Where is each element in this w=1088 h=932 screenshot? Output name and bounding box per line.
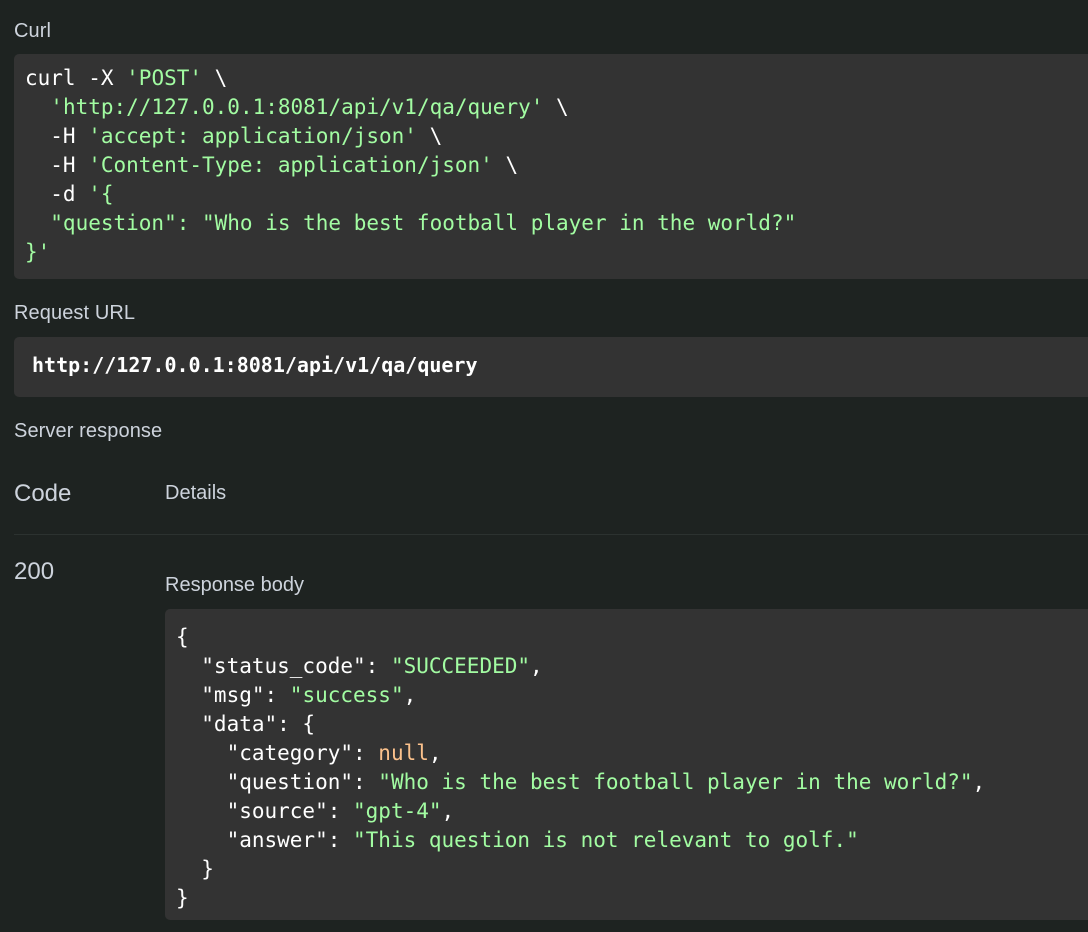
code-token-str: 'POST' (126, 66, 203, 90)
code-line: -H 'accept: application/json' \ (25, 122, 1088, 151)
code-token-plain: { (176, 625, 189, 649)
code-token-str: "question": "Who is the best football pl… (25, 211, 797, 235)
code-token-plain: , (441, 799, 455, 823)
code-line: -d '{ (25, 180, 1088, 209)
code-line: "msg": "success", (176, 681, 1088, 710)
details-column-header: Details (165, 482, 227, 504)
code-line: curl -X 'POST' \ (25, 64, 1088, 93)
code-token-plain: "source": (176, 799, 354, 823)
code-token-plain: , (403, 683, 417, 707)
code-token-str: "This question is not relevant to golf." (353, 828, 859, 852)
code-line: }' (25, 238, 1088, 267)
code-token-plain: "data": { (176, 712, 316, 736)
code-line: "status_code": "SUCCEEDED", (176, 652, 1088, 681)
code-line: "data": { (176, 710, 1088, 739)
code-token-plain: "category": (176, 741, 379, 765)
code-line: } (176, 855, 1088, 884)
code-token-plain: \ (543, 95, 569, 119)
code-token-plain: "msg": (176, 683, 290, 707)
curl-label: Curl (14, 20, 52, 42)
code-token-plain: "status_code": (176, 654, 391, 678)
code-token-plain: -H (25, 124, 89, 148)
code-line: "question": "Who is the best football pl… (176, 768, 1088, 797)
response-status-code: 200 (14, 558, 55, 585)
code-line: "source": "gpt-4", (176, 797, 1088, 826)
code-token-str: 'accept: application/json' (88, 124, 417, 148)
code-token-plain: } (176, 886, 189, 910)
server-response-label: Server response (14, 420, 163, 442)
code-line: 'http://127.0.0.1:8081/api/v1/qa/query' … (25, 93, 1088, 122)
code-token-str: '{ (88, 182, 114, 206)
request-url-label: Request URL (14, 302, 136, 324)
code-token-str: 'http://127.0.0.1:8081/api/v1/qa/query' (50, 95, 544, 119)
code-token-str: "gpt-4" (353, 799, 442, 823)
code-line: } (176, 884, 1088, 913)
code-token-str: "success" (289, 683, 404, 707)
code-line: "question": "Who is the best football pl… (25, 209, 1088, 238)
code-token-plain: -d (25, 182, 89, 206)
table-divider (14, 534, 1088, 535)
response-body-code-block[interactable]: { "status_code": "SUCCEEDED", "msg": "su… (165, 609, 1088, 920)
code-token-plain: -H (25, 153, 89, 177)
code-token-plain: \ (492, 153, 519, 177)
code-token-str: 'Content-Type: application/json' (88, 153, 493, 177)
code-token-plain: , (428, 741, 442, 765)
code-token-plain: , (530, 654, 543, 678)
response-body-label: Response body (165, 574, 304, 596)
code-token-str: "SUCCEEDED" (390, 654, 531, 678)
code-column-header: Code (14, 480, 72, 507)
code-token-plain: "question": (176, 770, 379, 794)
code-line: "answer": "This question is not relevant… (176, 826, 1088, 855)
code-token-null: null (378, 741, 429, 765)
code-token-plain: \ (416, 124, 443, 148)
code-token-plain: } (176, 857, 214, 881)
request-url-value: http://127.0.0.1:8081/api/v1/qa/query (32, 353, 478, 377)
code-token-plain: \ (202, 66, 228, 90)
code-token-str: }' (25, 240, 51, 264)
code-token-plain: "answer": (176, 828, 354, 852)
code-token-plain: , (972, 770, 986, 794)
request-url-box[interactable]: http://127.0.0.1:8081/api/v1/qa/query (14, 337, 1088, 397)
code-line: "category": null, (176, 739, 1088, 768)
curl-code-block[interactable]: curl -X 'POST' \ 'http://127.0.0.1:8081/… (14, 54, 1088, 279)
code-token-plain: curl -X (25, 66, 127, 90)
code-line: { (176, 623, 1088, 652)
code-line: -H 'Content-Type: application/json' \ (25, 151, 1088, 180)
code-token-str: "Who is the best football player in the … (378, 770, 973, 794)
